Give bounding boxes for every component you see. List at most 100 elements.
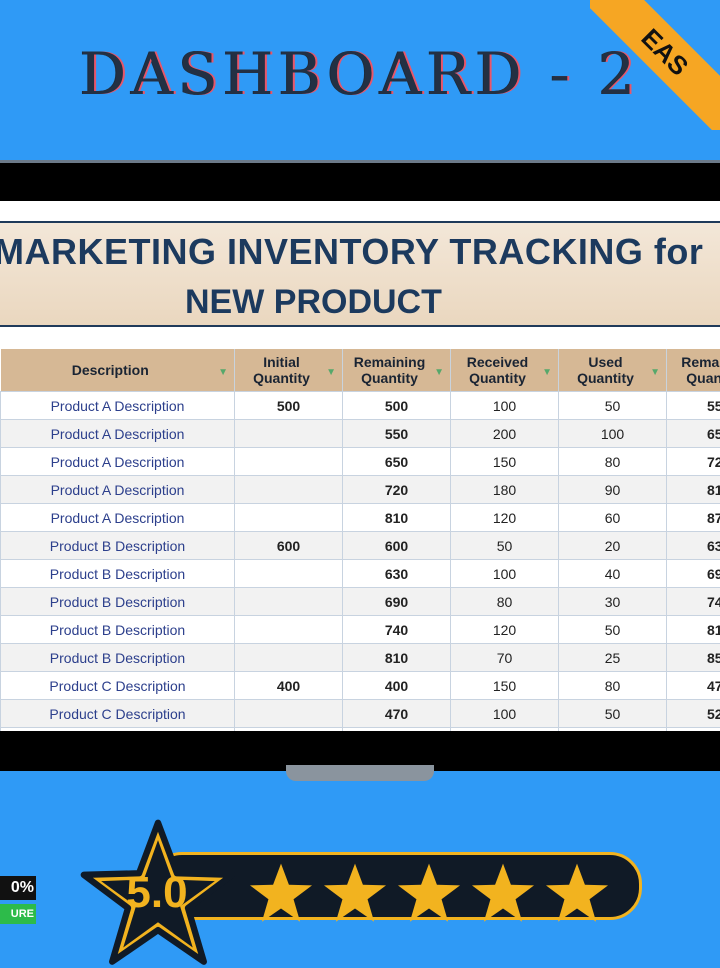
quantity-cell[interactable]: 87 bbox=[667, 504, 720, 532]
description-cell[interactable]: Product A Description bbox=[1, 448, 235, 476]
quantity-cell[interactable]: 85 bbox=[667, 644, 720, 672]
quantity-cell[interactable]: 690 bbox=[343, 588, 451, 616]
quantity-cell[interactable]: 810 bbox=[343, 644, 451, 672]
quantity-cell[interactable] bbox=[235, 448, 343, 476]
quantity-cell[interactable]: 810 bbox=[343, 504, 451, 532]
left-badge-label: URE bbox=[0, 904, 36, 924]
quantity-cell[interactable]: 100 bbox=[451, 700, 559, 728]
filter-icon[interactable]: ▼ bbox=[326, 365, 336, 381]
quantity-cell[interactable]: 63 bbox=[667, 532, 720, 560]
monitor-stand bbox=[286, 765, 434, 781]
quantity-cell[interactable] bbox=[235, 504, 343, 532]
quantity-cell[interactable]: 40 bbox=[559, 560, 667, 588]
quantity-cell[interactable] bbox=[235, 560, 343, 588]
quantity-cell[interactable]: 90 bbox=[559, 476, 667, 504]
quantity-cell[interactable]: 69 bbox=[667, 560, 720, 588]
quantity-cell[interactable]: 120 bbox=[451, 616, 559, 644]
column-header[interactable]: Used Quantity▼ bbox=[559, 349, 667, 392]
quantity-cell[interactable]: 50 bbox=[559, 616, 667, 644]
quantity-cell[interactable]: 20 bbox=[559, 532, 667, 560]
quantity-cell[interactable]: 50 bbox=[559, 392, 667, 420]
quantity-cell[interactable]: 650 bbox=[343, 448, 451, 476]
quantity-cell[interactable] bbox=[235, 420, 343, 448]
quantity-cell[interactable]: 80 bbox=[559, 448, 667, 476]
quantity-cell[interactable]: 100 bbox=[451, 560, 559, 588]
column-header[interactable]: Description▼ bbox=[1, 349, 235, 392]
quantity-cell[interactable] bbox=[235, 476, 343, 504]
quantity-cell[interactable]: 100 bbox=[451, 392, 559, 420]
quantity-cell[interactable]: 72 bbox=[667, 448, 720, 476]
description-cell[interactable]: Product A Description bbox=[1, 392, 235, 420]
description-cell[interactable]: Product C Description bbox=[1, 672, 235, 700]
quantity-cell[interactable]: 100 bbox=[559, 420, 667, 448]
filter-icon[interactable]: ▼ bbox=[218, 365, 228, 381]
column-header[interactable]: Remain Quant bbox=[667, 349, 720, 392]
quantity-cell[interactable]: 400 bbox=[343, 672, 451, 700]
description-cell[interactable]: Product A Description bbox=[1, 504, 235, 532]
quantity-cell[interactable]: 180 bbox=[451, 476, 559, 504]
quantity-cell[interactable]: 50 bbox=[559, 700, 667, 728]
quantity-cell[interactable]: 81 bbox=[667, 476, 720, 504]
filter-icon[interactable]: ▼ bbox=[542, 365, 552, 381]
quantity-cell[interactable]: 520 bbox=[343, 728, 451, 732]
description-cell[interactable]: Product A Description bbox=[1, 420, 235, 448]
table-row: Product A Description 55020010065 bbox=[1, 420, 720, 448]
quantity-cell[interactable]: 25 bbox=[559, 644, 667, 672]
quantity-cell[interactable]: 60 bbox=[559, 504, 667, 532]
description-cell[interactable]: Product B Description bbox=[1, 560, 235, 588]
corner-ribbon-label: EAS bbox=[590, 0, 720, 130]
star-icon bbox=[396, 860, 462, 926]
quantity-cell[interactable]: 500 bbox=[343, 392, 451, 420]
quantity-cell[interactable]: 630 bbox=[343, 560, 451, 588]
table-row: Product C Description 4701005052 bbox=[1, 700, 720, 728]
quantity-cell[interactable]: 600 bbox=[235, 532, 343, 560]
description-cell[interactable]: Product B Description bbox=[1, 644, 235, 672]
quantity-cell[interactable]: 740 bbox=[343, 616, 451, 644]
quantity-cell[interactable]: 400 bbox=[235, 672, 343, 700]
column-header[interactable]: Initial Quantity ▼ bbox=[235, 349, 343, 392]
quantity-cell[interactable]: 70 bbox=[451, 644, 559, 672]
quantity-cell[interactable]: 120 bbox=[451, 504, 559, 532]
quantity-cell[interactable]: 200 bbox=[451, 420, 559, 448]
description-cell[interactable]: Product B Description bbox=[1, 532, 235, 560]
quantity-cell[interactable]: 500 bbox=[235, 392, 343, 420]
quantity-cell[interactable]: 600 bbox=[343, 532, 451, 560]
description-cell[interactable]: Product C Description bbox=[1, 728, 235, 732]
quantity-cell[interactable]: 150 bbox=[451, 448, 559, 476]
quantity-cell[interactable]: 90 bbox=[559, 728, 667, 732]
quantity-cell[interactable]: 55 bbox=[667, 392, 720, 420]
quantity-cell[interactable]: 47 bbox=[667, 672, 720, 700]
column-header-label: Initial Quantity bbox=[253, 354, 310, 386]
filter-icon[interactable]: ▼ bbox=[650, 365, 660, 381]
quantity-cell[interactable] bbox=[235, 588, 343, 616]
quantity-cell[interactable]: 150 bbox=[451, 672, 559, 700]
description-cell[interactable]: Product C Description bbox=[1, 700, 235, 728]
quantity-cell[interactable] bbox=[235, 728, 343, 732]
column-header[interactable]: Received Quantity▼ bbox=[451, 349, 559, 392]
quantity-cell[interactable]: 50 bbox=[451, 532, 559, 560]
table-row: Product A Description 7201809081 bbox=[1, 476, 720, 504]
quantity-cell[interactable]: 80 bbox=[559, 672, 667, 700]
column-header-label: Remain Quant bbox=[681, 354, 720, 386]
quantity-cell[interactable]: 74 bbox=[667, 588, 720, 616]
quantity-cell[interactable] bbox=[235, 616, 343, 644]
column-header[interactable]: Remaining Quantity▼ bbox=[343, 349, 451, 392]
quantity-cell[interactable]: 200 bbox=[451, 728, 559, 732]
quantity-cell[interactable]: 65 bbox=[667, 420, 720, 448]
quantity-cell[interactable]: 550 bbox=[343, 420, 451, 448]
inventory-table: Description▼Initial Quantity▼Remaining Q… bbox=[0, 349, 720, 731]
quantity-cell[interactable] bbox=[235, 644, 343, 672]
filter-icon[interactable]: ▼ bbox=[434, 365, 444, 381]
quantity-cell[interactable]: 81 bbox=[667, 616, 720, 644]
description-cell[interactable]: Product B Description bbox=[1, 616, 235, 644]
quantity-cell[interactable]: 30 bbox=[559, 588, 667, 616]
quantity-cell[interactable]: 52 bbox=[667, 700, 720, 728]
quantity-cell[interactable]: 720 bbox=[343, 476, 451, 504]
quantity-cell[interactable]: 470 bbox=[343, 700, 451, 728]
quantity-cell[interactable]: 63 bbox=[667, 728, 720, 732]
quantity-cell[interactable]: 80 bbox=[451, 588, 559, 616]
description-cell[interactable]: Product A Description bbox=[1, 476, 235, 504]
quantity-cell[interactable] bbox=[235, 700, 343, 728]
left-badge-percent: 0% bbox=[0, 876, 36, 900]
description-cell[interactable]: Product B Description bbox=[1, 588, 235, 616]
